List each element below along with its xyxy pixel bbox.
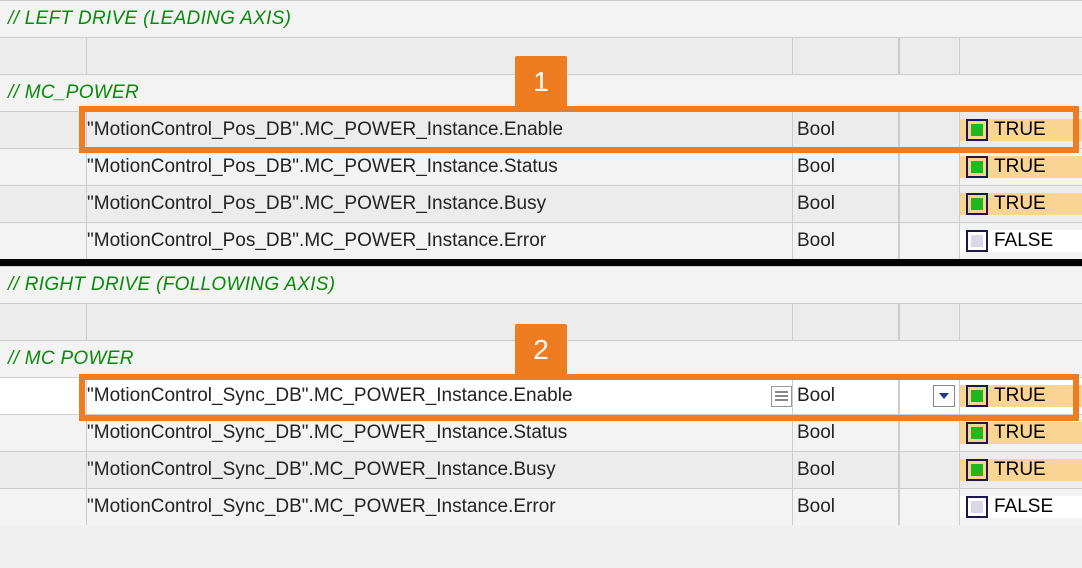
var-row[interactable]: "MotionControl_Sync_DB".MC_POWER_Instanc… [0,414,1082,451]
var-name[interactable]: "MotionControl_Pos_DB".MC_POWER_Instance… [87,119,792,141]
var-row[interactable]: "MotionControl_Pos_DB".MC_POWER_Instance… [0,111,1082,148]
comment-text: // LEFT DRIVE (LEADING AXIS) [8,8,291,30]
comment-text: // MC_POWER [8,82,139,104]
separator [0,259,1082,266]
var-row[interactable]: "MotionControl_Sync_DB".MC_POWER_Instanc… [0,451,1082,488]
bool-true-icon [966,156,988,178]
bool-true-icon [966,119,988,141]
var-value-cell[interactable]: TRUE [960,385,1082,407]
var-type: Bool [793,385,898,407]
var-name[interactable]: "MotionControl_Pos_DB".MC_POWER_Instance… [87,230,792,252]
list-icon[interactable] [771,386,792,407]
callout-2: 2 [515,324,567,376]
var-row[interactable]: "MotionControl_Sync_DB".MC_POWER_Instanc… [0,488,1082,525]
var-value-cell[interactable]: TRUE [960,119,1082,141]
var-value: TRUE [994,119,1046,141]
comment-text: // MC POWER [8,348,134,370]
bool-true-icon [966,385,988,407]
var-row[interactable]: "MotionControl_Pos_DB".MC_POWER_Instance… [0,185,1082,222]
var-value-cell[interactable]: TRUE [960,459,1082,481]
bool-true-icon [966,193,988,215]
comment-left-drive: // LEFT DRIVE (LEADING AXIS) [0,0,1082,37]
var-value-cell[interactable]: TRUE [960,422,1082,444]
var-value-cell[interactable]: FALSE [960,230,1082,252]
var-type: Bool [793,459,898,481]
bool-true-icon [966,459,988,481]
var-name[interactable]: "MotionControl_Pos_DB".MC_POWER_Instance… [87,193,792,215]
var-value: FALSE [994,496,1053,518]
var-name[interactable]: "MotionControl_Sync_DB".MC_POWER_Instanc… [87,385,792,407]
var-value: TRUE [994,385,1046,407]
var-name[interactable]: "MotionControl_Pos_DB".MC_POWER_Instance… [87,156,792,178]
var-type: Bool [793,193,898,215]
var-type: Bool [793,156,898,178]
bool-true-icon [966,422,988,444]
var-name[interactable]: "MotionControl_Sync_DB".MC_POWER_Instanc… [87,496,792,518]
var-value: TRUE [994,422,1046,444]
var-row[interactable]: "MotionControl_Pos_DB".MC_POWER_Instance… [0,222,1082,259]
var-value: TRUE [994,156,1046,178]
var-type: Bool [793,496,898,518]
var-value-cell[interactable]: FALSE [960,496,1082,518]
var-value-cell[interactable]: TRUE [960,193,1082,215]
comment-text: // RIGHT DRIVE (FOLLOWING AXIS) [8,274,335,296]
callout-1: 1 [515,56,567,108]
bool-false-icon [966,496,988,518]
var-value: TRUE [994,459,1046,481]
var-row[interactable]: "MotionControl_Pos_DB".MC_POWER_Instance… [0,148,1082,185]
var-type: Bool [793,119,898,141]
var-type: Bool [793,422,898,444]
dropdown-icon[interactable] [933,385,955,407]
var-value-cell[interactable]: TRUE [960,156,1082,178]
var-name[interactable]: "MotionControl_Sync_DB".MC_POWER_Instanc… [87,422,792,444]
comment-right-drive: // RIGHT DRIVE (FOLLOWING AXIS) [0,266,1082,303]
var-name[interactable]: "MotionControl_Sync_DB".MC_POWER_Instanc… [87,459,792,481]
var-row[interactable]: "MotionControl_Sync_DB".MC_POWER_Instanc… [0,377,1082,414]
var-value: TRUE [994,193,1046,215]
bool-false-icon [966,230,988,252]
var-type: Bool [793,230,898,252]
var-value: FALSE [994,230,1053,252]
